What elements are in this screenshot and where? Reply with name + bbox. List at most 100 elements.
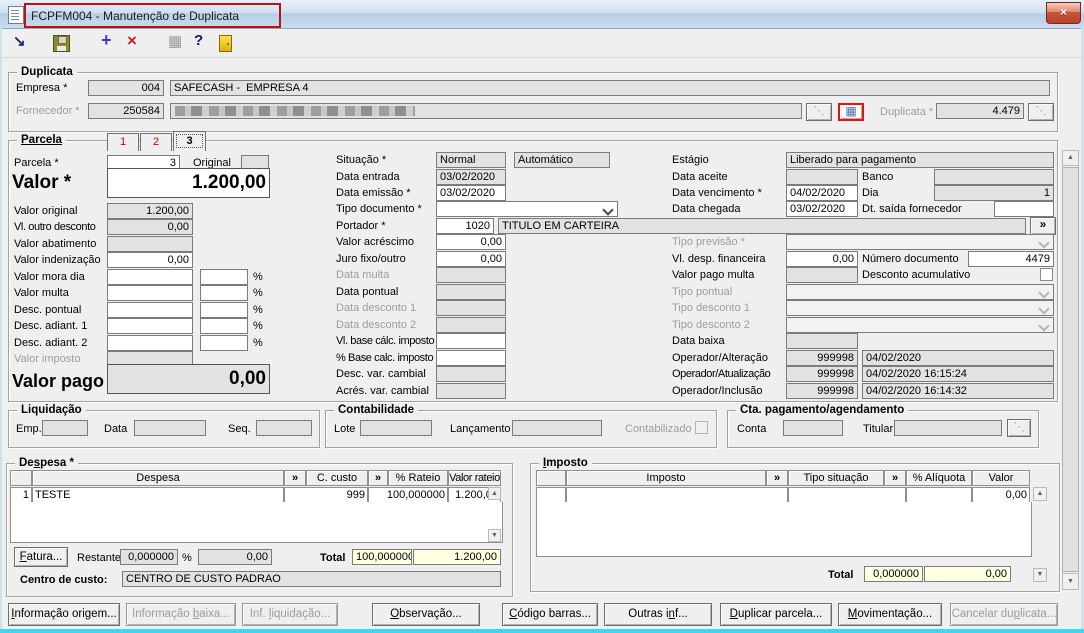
close-icon: × [1059,5,1067,19]
valor-indenizacao-label: Valor indenização [14,254,101,266]
imposto-lookup-header-button[interactable]: » [766,470,788,486]
despesa-row-num[interactable]: 1 [10,487,32,503]
despesa-scroll-down-icon[interactable]: ▼ [488,529,501,542]
tipo-previsao-label: Tipo previsão * [672,236,745,248]
data-aceite-field [786,169,858,185]
vl-desp-financeira-field[interactable]: 0,00 [786,251,858,267]
imposto-row-num[interactable] [536,487,566,503]
imposto-scroll-down-icon[interactable]: ▼ [1033,568,1047,582]
btn6-post: uplicar parcela... [737,608,823,620]
valor-mora-dia-pct-field[interactable] [200,269,248,285]
save-icon[interactable] [53,35,70,52]
grid-icon[interactable]: ▦ [168,32,182,50]
despesa-lookup-header-button[interactable]: » [284,470,306,486]
desconto-acumulativo-label: Desconto acumulativo [862,269,971,281]
codigo-barras-button[interactable]: Código barras... [502,603,598,626]
imposto-col-valor: Valor [972,470,1030,486]
juro-fixo-field[interactable]: 0,00 [436,251,506,267]
scrollbar-up-icon[interactable]: ▲ [1062,150,1079,166]
informacao-origem-button[interactable]: Informação origem... [8,603,120,626]
operador-alteracao-label: Operador/Alteração [672,352,768,364]
btn5-post: f... [674,608,688,620]
parcela-tab-1[interactable]: 1 [107,133,139,151]
valor-label: Valor * [12,172,72,193]
numero-documento-field[interactable]: 4479 [968,251,1054,267]
desc-adiant2-label: Desc. adiant. 2 [14,337,88,349]
parcela-tab-3[interactable]: 3 [173,131,206,151]
lote-label: Lote [334,423,356,435]
imposto-row-tipo-situacao[interactable] [788,487,906,503]
despesa-scroll-up-icon[interactable]: ▲ [488,487,501,500]
imposto-group-title: Imposto [539,456,592,471]
imposto-row-valor[interactable]: 0,00 [972,487,1030,503]
scrollbar-down-icon[interactable]: ▼ [1062,573,1079,590]
valor-indenizacao-field[interactable]: 0,00 [107,252,193,268]
desc-pontual-pct-field[interactable] [200,302,248,318]
imposto-scroll-up-icon[interactable]: ▲ [1033,487,1047,501]
data-chegada-field[interactable]: 03/02/2020 [786,201,858,217]
operador-inclusao-code-field: 999998 [786,383,858,399]
data-vencimento-label: Data vencimento * [672,187,762,199]
contabilidade-group-title: Contabilidade [334,403,419,418]
add-icon[interactable]: + [101,30,112,51]
despesa-col-pct-rateio: % Rateio [388,470,448,486]
desconto-acumulativo-checkbox[interactable] [1040,268,1053,281]
desc-adiant1-pct-field[interactable] [200,318,248,334]
valor-mora-dia-field[interactable] [107,269,193,285]
desc-adiant2-field[interactable] [107,335,193,351]
valor-pago-label: Valor pago [12,371,105,391]
btn2-post: iquidação... [271,608,331,620]
close-button[interactable]: × [1046,2,1081,24]
desc-adiant1-field[interactable] [107,318,193,334]
tipo-desconto1-label: Tipo desconto 1 [672,302,750,314]
help-icon[interactable]: ? [194,32,203,49]
portador-more-button[interactable]: » [1030,217,1056,235]
delete-icon[interactable]: × [127,31,137,51]
vl-base-calc-field[interactable] [436,333,506,349]
portador-code-field[interactable]: 1020 [436,218,494,234]
fornecedor-name-field [170,103,802,119]
valor-acrescimo-field[interactable]: 0,00 [436,234,506,250]
exit-door-icon[interactable] [219,35,232,52]
imposto-row-imposto[interactable] [566,487,788,503]
parcela-label: Parcela * [14,157,59,169]
imposto-row-aliquota[interactable] [906,487,972,503]
data-vencimento-field[interactable]: 04/02/2020 [786,185,858,201]
valor-multa-pct-field[interactable] [200,285,248,301]
valor-original-label: Valor original [14,205,78,217]
empresa-code-field: 004 [88,80,164,96]
operador-atualizacao-date-field: 04/02/2020 16:15:24 [862,366,1054,382]
valor-imposto-label: Valor imposto [14,353,81,365]
valor-field[interactable]: 1.200,00 [107,168,270,198]
liquidacao-seq-label: Seq. [228,423,251,435]
window-border-left [0,28,2,629]
pct-base-calc-field[interactable] [436,350,506,366]
desc-pontual-field[interactable] [107,302,193,318]
despesa-row-pct-rateio[interactable]: 100,000000 [368,487,448,503]
imposto-title-post: mposto [546,457,588,469]
ccusto-lookup-header-button[interactable]: » [368,470,388,486]
despesa-row-ccusto[interactable]: 999 [284,487,368,503]
data-emissao-field[interactable]: 03/02/2020 [436,185,506,201]
pct-base-calc-label: % Base calc. imposto [336,352,434,364]
movimentacao-button[interactable]: Movimentação... [838,603,942,626]
calendar-grid-button[interactable]: ▦ [838,103,864,121]
estagio-label: Estágio [672,154,709,166]
data-chegada-label: Data chegada [672,203,741,215]
outras-inf-button[interactable]: Outras inf... [604,603,712,626]
observacao-button[interactable]: Observação... [372,603,480,626]
tipo-desconto2-dropdown [786,317,1054,333]
parcela-tab-2[interactable]: 2 [140,133,172,151]
duplicar-parcela-button[interactable]: Duplicar parcela... [720,603,832,626]
fatura-button[interactable]: Fatura... [14,547,68,567]
titlebar: FCPFM004 - Manutenção de Duplicata × [0,0,1084,29]
tipo-situacao-lookup-header-button[interactable]: » [884,470,906,486]
desc-adiant2-pct-field[interactable] [200,335,248,351]
return-icon[interactable]: ↘ [13,32,26,50]
dt-saida-fornecedor-field[interactable] [994,201,1054,217]
tipo-documento-dropdown[interactable]: Duplicata [436,201,618,217]
btn2-pre: Inf. [249,608,269,620]
valor-multa-field[interactable] [107,285,193,301]
despesa-row-despesa[interactable]: TESTE [32,487,284,503]
scrollbar-thumb[interactable] [1062,167,1079,572]
